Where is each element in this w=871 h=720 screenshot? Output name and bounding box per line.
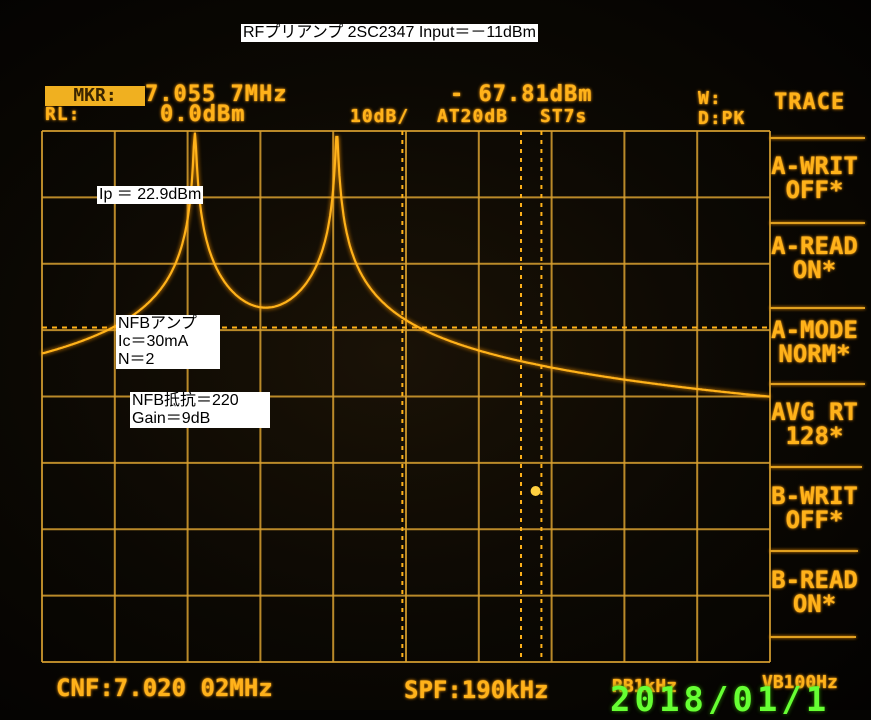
softkey-divider [770,137,865,139]
marker-level: - 67.81dBm [450,82,593,107]
sweep-time-readout: ST7s [540,106,588,127]
softkey-b-read[interactable]: B-READ ON* [758,568,871,616]
ref-level-label: RL: [45,104,81,125]
title-annotation: RFプリアンプ 2SC2347 Input＝－11dBm [241,24,538,42]
nfb-resistor-annotation: NFB抵抗＝220 Gain＝9dB [130,392,270,428]
resistor-line: Gain＝9dB [132,410,211,427]
softkey-divider [770,307,865,309]
softkey-divider [770,466,862,468]
nfb-line: Ic＝30mA [118,333,189,350]
softkey-divider [770,383,865,385]
resistor-line: NFB抵抗＝220 [132,392,239,409]
window-label: W: [698,88,722,109]
menu-title: TRACE [774,90,846,115]
softkey-a-write[interactable]: A-WRIT OFF* [758,154,871,202]
softkey-divider [770,222,865,224]
marker-dot [530,486,541,497]
softkey-divider [770,550,858,552]
softkey-avg-rate[interactable]: AVG RT 128* [758,400,871,448]
softkey-a-read[interactable]: A-READ ON* [758,234,871,282]
softkey-a-mode[interactable]: A-MODE NORM* [758,318,871,366]
marker-label: MKR: [45,86,145,106]
analyzer-screen: MKR: 7.055 7MHz - 67.81dBm RL: 0.0dBm 10… [0,0,871,720]
photo-datestamp: 2018/01/1 [610,680,831,720]
nfb-line: NFBアンプ [118,315,197,332]
ref-level-value: 0.0dBm [160,102,246,127]
span-readout: SPF:190kHz [404,676,549,704]
detector-readout: D:PK [698,108,746,129]
center-frequency: CNF:7.020 02MHz [56,674,273,702]
softkey-divider [770,636,856,638]
intercept-annotation: Ip ＝ 22.9dBm [97,186,204,204]
softkey-b-write[interactable]: B-WRIT OFF* [758,484,871,532]
attenuation-readout: AT20dB [437,106,509,127]
nfb-amp-annotation: NFBアンプ Ic＝30mA N＝2 [116,315,220,369]
nfb-line: N＝2 [118,351,155,368]
scale-readout: 10dB/ [350,106,410,127]
